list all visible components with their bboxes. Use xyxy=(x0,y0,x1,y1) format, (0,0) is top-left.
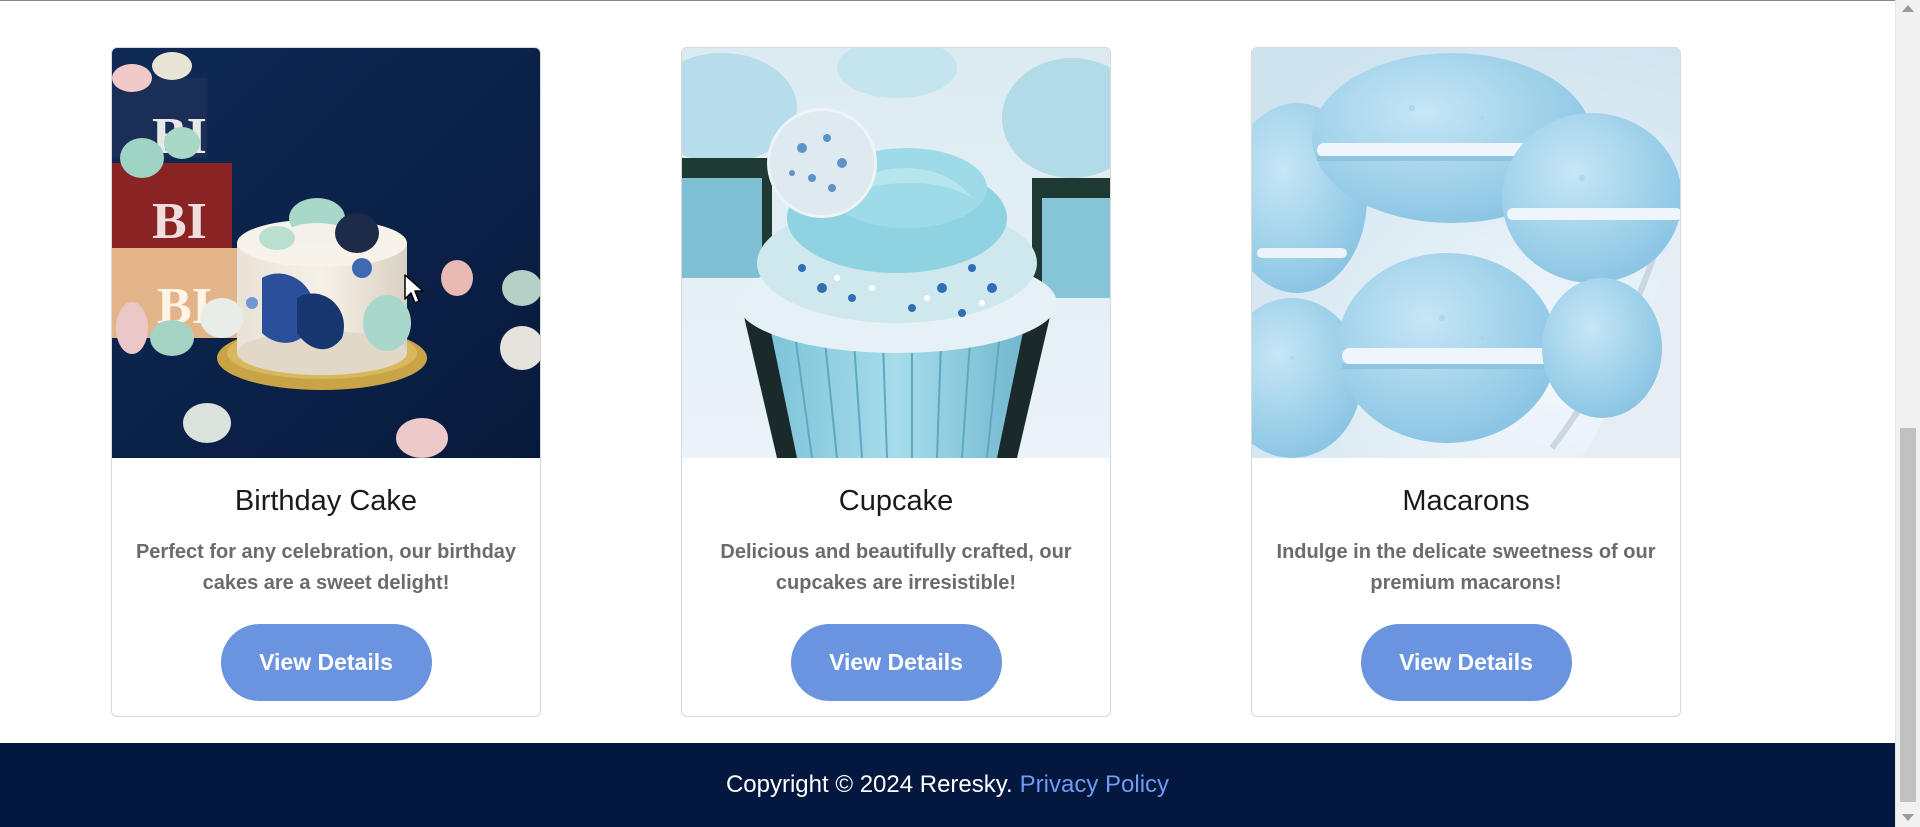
privacy-policy-link[interactable]: Privacy Policy xyxy=(1020,771,1169,799)
product-description: Indulge in the delicate sweetness of our… xyxy=(1276,540,1656,594)
top-divider xyxy=(0,0,1895,1)
footer: Copyright © 2024 Reresky. Privacy Policy xyxy=(0,743,1895,827)
scrollbar-thumb[interactable] xyxy=(1900,428,1916,802)
product-card-cupcake: Cupcake Delicious and beautifully crafte… xyxy=(681,47,1111,717)
vertical-scrollbar[interactable] xyxy=(1895,0,1920,827)
product-card-macarons: Macarons Indulge in the delicate sweetne… xyxy=(1251,47,1681,717)
macarons-image xyxy=(1252,48,1680,458)
view-details-button-cupcake[interactable]: View Details xyxy=(790,623,1002,701)
product-title: Macarons xyxy=(1402,485,1530,517)
page: BI BI BI xyxy=(0,0,1920,827)
scroll-up-arrow-icon[interactable] xyxy=(1902,5,1914,12)
product-card-birthday-cake: BI BI BI xyxy=(111,47,541,717)
view-details-button-birthday-cake[interactable]: View Details xyxy=(220,623,432,701)
view-details-button-macarons[interactable]: View Details xyxy=(1360,623,1572,701)
products-section: BI BI BI xyxy=(0,0,1895,743)
svg-text:BI: BI xyxy=(152,193,207,250)
product-description: Delicious and beautifully crafted, our c… xyxy=(720,540,1072,594)
birthday-cake-image: BI BI BI xyxy=(112,48,540,458)
scroll-down-arrow-icon[interactable] xyxy=(1902,814,1914,821)
product-title: Birthday Cake xyxy=(234,485,418,517)
copyright-text: Copyright © 2024 Reresky. xyxy=(725,771,1013,798)
mouse-cursor-icon xyxy=(404,274,424,304)
product-description: Perfect for any celebration, our birthda… xyxy=(135,540,517,594)
cupcake-image xyxy=(682,48,1110,458)
product-title: Cupcake xyxy=(838,485,954,517)
